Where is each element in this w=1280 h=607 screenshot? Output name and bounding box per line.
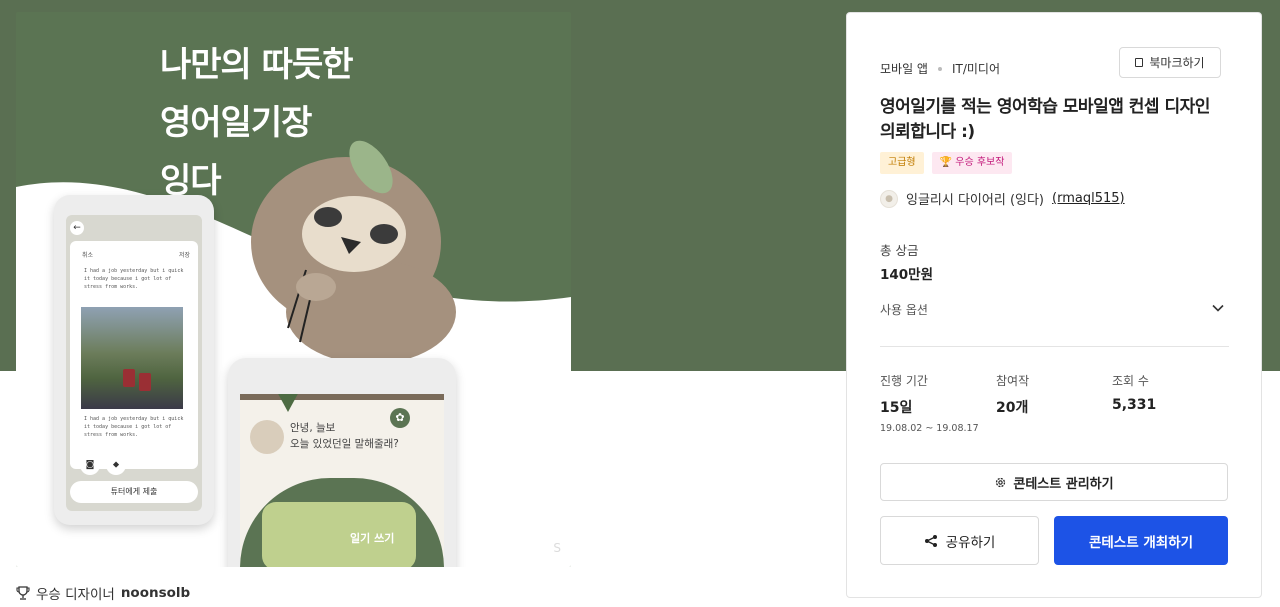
gear-icon xyxy=(996,477,1006,487)
save-label: 저장 xyxy=(178,252,190,259)
host-avatar: ● xyxy=(880,189,898,208)
sloth-avatar xyxy=(250,420,284,454)
location-icon: ⬥ xyxy=(106,455,126,475)
candidate-badge: 🏆 우승 후보작 xyxy=(931,152,1013,174)
badge-list: 고급형 🏆 우승 후보작 xyxy=(880,152,1013,174)
cup-shape xyxy=(139,373,151,391)
stat-label: 조회 수 xyxy=(1112,374,1149,388)
premium-badge: 고급형 xyxy=(880,152,924,174)
host-id-link[interactable]: (rmaql515) xyxy=(1052,191,1125,206)
candidate-badge-label: 우승 후보작 xyxy=(955,157,1005,168)
manage-contest-button[interactable]: 콘테스트 관리하기 xyxy=(880,463,1228,501)
trophy-icon xyxy=(16,586,30,600)
contest-hero-image[interactable]: 나만의 따듯한 영어일기장 잉다 ← 취소 저장 I had a job yes… xyxy=(16,12,571,567)
stat-views: 조회 수 5,331 xyxy=(1112,372,1156,413)
greeting-message: 안녕, 늘보 오늘 있었던일 말해줄래? xyxy=(290,420,399,452)
bookmark-icon xyxy=(1135,58,1144,67)
write-diary-label: 일기 쓰기 xyxy=(350,532,395,545)
diary-tools: ◙ ⬥ xyxy=(80,455,126,475)
category-link[interactable]: 모바일 앱 xyxy=(880,60,928,77)
winner-name[interactable]: noonsolb xyxy=(121,585,190,601)
prize-label: 총 상금 xyxy=(880,243,919,258)
phone-screen: ✿ 안녕, 늘보 오늘 있었던일 말해줄래? 일기 쓰기 xyxy=(240,394,444,567)
category-breadcrumb: 모바일 앱 IT/미디어 xyxy=(880,60,1000,77)
stat-label: 진행 기간 xyxy=(880,374,928,388)
manage-contest-label: 콘테스트 관리하기 xyxy=(1013,476,1114,492)
stat-duration: 진행 기간 15일 19.08.02 ~ 19.08.17 xyxy=(880,372,979,434)
branch-bar xyxy=(240,394,444,400)
stat-date-range: 19.08.02 ~ 19.08.17 xyxy=(880,423,979,434)
back-arrow-icon: ← xyxy=(70,221,84,235)
share-label: 공유하기 xyxy=(945,534,996,551)
cancel-label: 취소 xyxy=(82,252,94,259)
contest-info-panel: 모바일 앱 IT/미디어 북마크하기 영어일기를 적는 영어학습 모바일앱 컨셉… xyxy=(846,12,1262,598)
hero-title-line: 나만의 따듯한 xyxy=(160,45,354,85)
winner-label: 우승 디자이너 xyxy=(36,587,115,603)
winner-designer: 우승 디자이너 noonsolb xyxy=(16,583,190,603)
usage-options-toggle[interactable]: 사용 옵션 xyxy=(880,301,928,318)
watermark: S xyxy=(553,541,561,555)
category-link[interactable]: IT/미디어 xyxy=(952,60,1000,77)
camera-icon: ◙ xyxy=(80,455,100,475)
bookmark-button[interactable]: 북마크하기 xyxy=(1119,47,1221,78)
contest-host: ● 잉글리시 다이어리 (잉다) (rmaql515) xyxy=(880,189,1125,208)
stat-entries: 참여작 20개 xyxy=(996,372,1029,417)
phone-mockup-home: ✿ 안녕, 늘보 오늘 있었던일 말해줄래? 일기 쓰기 xyxy=(228,358,456,567)
phone-screen: ← 취소 저장 I had a job yesterday but i quic… xyxy=(66,215,202,511)
stat-value: 20개 xyxy=(996,400,1029,416)
host-name: 잉글리시 다이어리 (잉다) xyxy=(906,193,1045,208)
separator-dot xyxy=(937,66,942,71)
prize-value: 140만원 xyxy=(880,267,934,283)
stat-label: 참여작 xyxy=(996,374,1030,388)
share-icon xyxy=(924,534,937,547)
bookmark-label: 북마크하기 xyxy=(1149,56,1205,70)
write-diary-button: 일기 쓰기 xyxy=(262,502,416,567)
diary-photo xyxy=(81,307,183,409)
hero-title-line: 영어일기장 xyxy=(160,103,312,143)
cup-shape xyxy=(123,369,135,387)
contest-title: 영어일기를 적는 영어학습 모바일앱 컨셉 디자인 의뢰합니다 :) xyxy=(880,97,1210,142)
submit-to-tutor-button: 튜터에게 제출 xyxy=(70,481,198,503)
share-button[interactable]: 공유하기 xyxy=(880,516,1039,565)
divider xyxy=(880,346,1229,347)
host-contest-button[interactable]: 콘테스트 개최하기 xyxy=(1054,516,1228,565)
greeting-line: 오늘 있었던일 말해줄래? xyxy=(290,438,399,450)
phone-mockup-diary-edit: ← 취소 저장 I had a job yesterday but i quic… xyxy=(54,195,214,525)
diary-text: I had a job yesterday but i quick it tod… xyxy=(84,416,184,438)
stat-value: 5,331 xyxy=(1112,397,1157,413)
diary-text: I had a job yesterday but i quick it tod… xyxy=(84,268,184,290)
hero-title: 나만의 따듯한 영어일기장 잉다 xyxy=(160,36,354,210)
stat-value: 15일 xyxy=(880,400,913,416)
diary-card: 취소 저장 I had a job yesterday but i quick … xyxy=(70,241,198,469)
chevron-down-icon[interactable] xyxy=(1211,301,1225,315)
greeting-line: 안녕, 늘보 xyxy=(290,422,336,434)
